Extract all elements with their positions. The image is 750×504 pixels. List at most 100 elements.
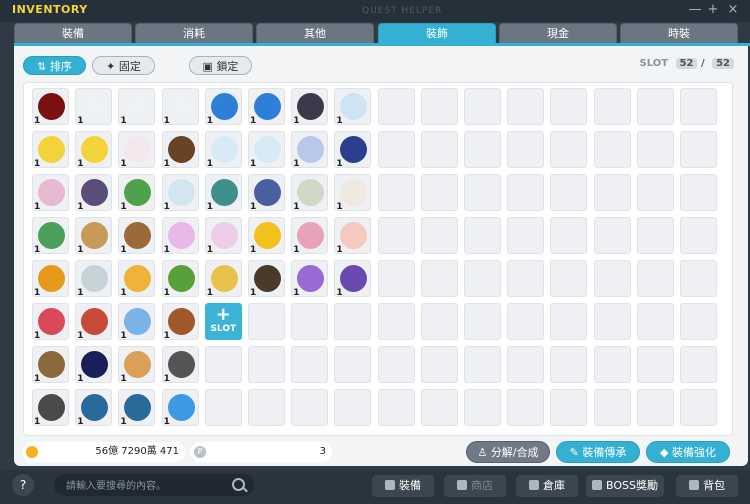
bag-button[interactable]: 背包: [676, 475, 738, 497]
inventory-slot[interactable]: [550, 346, 588, 383]
inventory-item[interactable]: 1: [161, 174, 199, 212]
inventory-slot[interactable]: [636, 88, 674, 125]
shop-button[interactable]: 商店: [444, 475, 506, 497]
inventory-slot[interactable]: [550, 217, 588, 254]
inventory-slot[interactable]: [636, 303, 674, 340]
inventory-slot[interactable]: [464, 303, 501, 340]
inventory-item[interactable]: 1: [204, 88, 242, 126]
inventory-item[interactable]: 1: [32, 217, 69, 255]
inventory-slot[interactable]: [680, 88, 717, 125]
inventory-slot[interactable]: [464, 174, 501, 211]
inventory-slot[interactable]: [593, 389, 631, 426]
inventory-slot[interactable]: [464, 260, 501, 297]
inventory-slot[interactable]: [636, 260, 674, 297]
inventory-slot[interactable]: [420, 174, 458, 211]
inventory-slot[interactable]: [593, 260, 631, 297]
inventory-item[interactable]: 1: [118, 260, 156, 298]
inventory-item[interactable]: 1: [204, 217, 242, 255]
inventory-item[interactable]: 1: [161, 389, 199, 427]
inventory-slot[interactable]: [204, 389, 242, 426]
inventory-item[interactable]: 1: [32, 303, 69, 341]
inventory-slot[interactable]: [636, 131, 674, 168]
inventory-slot[interactable]: [680, 389, 717, 426]
transfer-button[interactable]: ✎ 裝備傳承: [556, 441, 640, 463]
inventory-slot[interactable]: [248, 389, 285, 426]
pin-button[interactable]: ✦ 固定: [92, 56, 155, 75]
inventory-slot[interactable]: [377, 131, 415, 168]
inventory-item[interactable]: 1: [248, 260, 285, 298]
inventory-slot[interactable]: [507, 174, 545, 211]
inventory-item[interactable]: 1: [118, 346, 156, 384]
inventory-slot[interactable]: [248, 346, 285, 383]
inventory-slot[interactable]: [291, 303, 329, 340]
search-input[interactable]: [64, 476, 228, 496]
inventory-slot[interactable]: [636, 217, 674, 254]
inventory-item[interactable]: 1: [334, 88, 372, 126]
inventory-slot[interactable]: [291, 346, 329, 383]
inventory-item[interactable]: 1: [118, 88, 156, 126]
inventory-slot[interactable]: [420, 88, 458, 125]
tab-cash[interactable]: 現金: [499, 23, 617, 43]
inventory-item[interactable]: 1: [161, 303, 199, 341]
inventory-item[interactable]: 1: [291, 131, 329, 169]
inventory-slot[interactable]: [593, 174, 631, 211]
inventory-slot[interactable]: [550, 131, 588, 168]
inventory-slot[interactable]: [377, 174, 415, 211]
inventory-item[interactable]: 1: [118, 303, 156, 341]
inventory-slot[interactable]: [593, 88, 631, 125]
inventory-slot[interactable]: [507, 217, 545, 254]
inventory-slot[interactable]: [464, 131, 501, 168]
minimize-icon[interactable]: —: [686, 2, 704, 18]
inventory-slot[interactable]: [550, 303, 588, 340]
inventory-item[interactable]: 1: [32, 389, 69, 427]
inventory-item[interactable]: 1: [204, 131, 242, 169]
inventory-item[interactable]: 1: [75, 389, 113, 427]
inventory-slot[interactable]: [377, 217, 415, 254]
storage-button[interactable]: 倉庫: [516, 475, 578, 497]
enhance-button[interactable]: ◆ 裝備強化: [646, 441, 730, 463]
inventory-item[interactable]: 1: [334, 174, 372, 212]
disassemble-button[interactable]: ♙ 分解/合成: [466, 441, 550, 463]
inventory-slot[interactable]: [420, 303, 458, 340]
inventory-slot[interactable]: [680, 303, 717, 340]
inventory-slot[interactable]: [248, 303, 285, 340]
inventory-item[interactable]: 1: [75, 88, 113, 126]
inventory-slot[interactable]: [377, 260, 415, 297]
inventory-slot[interactable]: [377, 88, 415, 125]
inventory-slot[interactable]: [636, 174, 674, 211]
inventory-slot[interactable]: [593, 303, 631, 340]
inventory-slot[interactable]: [377, 389, 415, 426]
inventory-item[interactable]: 1: [291, 88, 329, 126]
inventory-item[interactable]: 1: [32, 88, 69, 126]
inventory-item[interactable]: 1: [161, 217, 199, 255]
inventory-slot[interactable]: [464, 389, 501, 426]
inventory-slot[interactable]: [377, 303, 415, 340]
inventory-item[interactable]: 1: [248, 217, 285, 255]
sort-button[interactable]: ⇅ 排序: [23, 56, 86, 75]
search-icon[interactable]: [232, 478, 245, 491]
inventory-slot[interactable]: [593, 217, 631, 254]
inventory-slot[interactable]: [507, 260, 545, 297]
add-slot-button[interactable]: + SLOT: [204, 303, 242, 340]
inventory-slot[interactable]: [680, 346, 717, 383]
inventory-item[interactable]: 1: [248, 88, 285, 126]
inventory-slot[interactable]: [636, 346, 674, 383]
inventory-item[interactable]: 1: [248, 131, 285, 169]
inventory-slot[interactable]: [593, 346, 631, 383]
inventory-item[interactable]: 1: [32, 346, 69, 384]
inventory-item[interactable]: 1: [32, 260, 69, 298]
inventory-item[interactable]: 1: [75, 131, 113, 169]
inventory-item[interactable]: 1: [204, 174, 242, 212]
close-icon[interactable]: ×: [724, 2, 742, 18]
tab-decoration[interactable]: 裝飾: [378, 23, 496, 43]
inventory-item[interactable]: 1: [75, 260, 113, 298]
inventory-slot[interactable]: [550, 174, 588, 211]
inventory-item[interactable]: 1: [32, 174, 69, 212]
inventory-item[interactable]: 1: [75, 174, 113, 212]
inventory-item[interactable]: 1: [161, 346, 199, 384]
inventory-slot[interactable]: [507, 131, 545, 168]
inventory-slot[interactable]: [420, 346, 458, 383]
inventory-slot[interactable]: [507, 389, 545, 426]
inventory-slot[interactable]: [636, 389, 674, 426]
inventory-slot[interactable]: [420, 217, 458, 254]
